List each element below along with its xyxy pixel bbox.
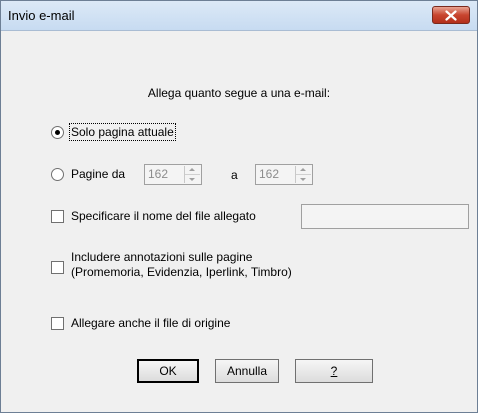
ok-button[interactable]: OK (137, 359, 199, 383)
page-from-spin-arrows[interactable] (184, 166, 200, 183)
annotations-label-line1[interactable]: Includere annotazioni sulle pagine (71, 250, 252, 264)
spin-down-icon (189, 178, 195, 181)
cancel-button[interactable]: Annulla (215, 359, 279, 383)
spin-down-icon (300, 178, 306, 181)
help-button-label: ? (330, 364, 338, 378)
radio-page-range[interactable] (51, 168, 64, 181)
radio-page-range-label[interactable]: Pagine da (71, 167, 125, 181)
dialog-content: Allega quanto segue a una e-mail: Solo p… (5, 31, 473, 410)
window-title: Invio e-mail (8, 8, 75, 23)
checkbox-specify-filename[interactable] (51, 210, 64, 223)
page-to-spinner[interactable]: 162 (255, 164, 313, 185)
help-button[interactable]: ? (295, 359, 373, 383)
checkbox-attach-source[interactable] (51, 317, 64, 330)
page-from-value: 162 (148, 167, 169, 181)
checkbox-include-annotations[interactable] (51, 261, 64, 274)
checkbox-attach-source-label[interactable]: Allegare anche il file di origine (71, 316, 230, 330)
page-range-to-label: a (231, 168, 238, 182)
spin-up-icon (300, 168, 306, 171)
annotations-label-line2[interactable]: (Promemoria, Evidenzia, Iperlink, Timbro… (71, 265, 292, 279)
radio-current-page-label[interactable]: Solo pagina attuale (69, 123, 176, 141)
spin-up-icon (189, 168, 195, 171)
dialog-heading: Allega quanto segue a una e-mail: (147, 86, 331, 100)
dialog-window: Invio e-mail Allega quanto segue a una e… (0, 0, 478, 413)
page-to-spin-arrows[interactable] (295, 166, 311, 183)
close-icon (445, 10, 457, 21)
title-bar[interactable]: Invio e-mail (1, 1, 477, 31)
radio-selected-dot (55, 130, 60, 135)
filename-input[interactable] (301, 204, 469, 229)
checkbox-specify-filename-label[interactable]: Specificare il nome del file allegato (71, 209, 256, 223)
radio-current-page[interactable] (51, 126, 64, 139)
page-from-spinner[interactable]: 162 (144, 164, 202, 185)
page-to-value: 162 (259, 167, 280, 181)
close-button[interactable] (432, 6, 470, 24)
